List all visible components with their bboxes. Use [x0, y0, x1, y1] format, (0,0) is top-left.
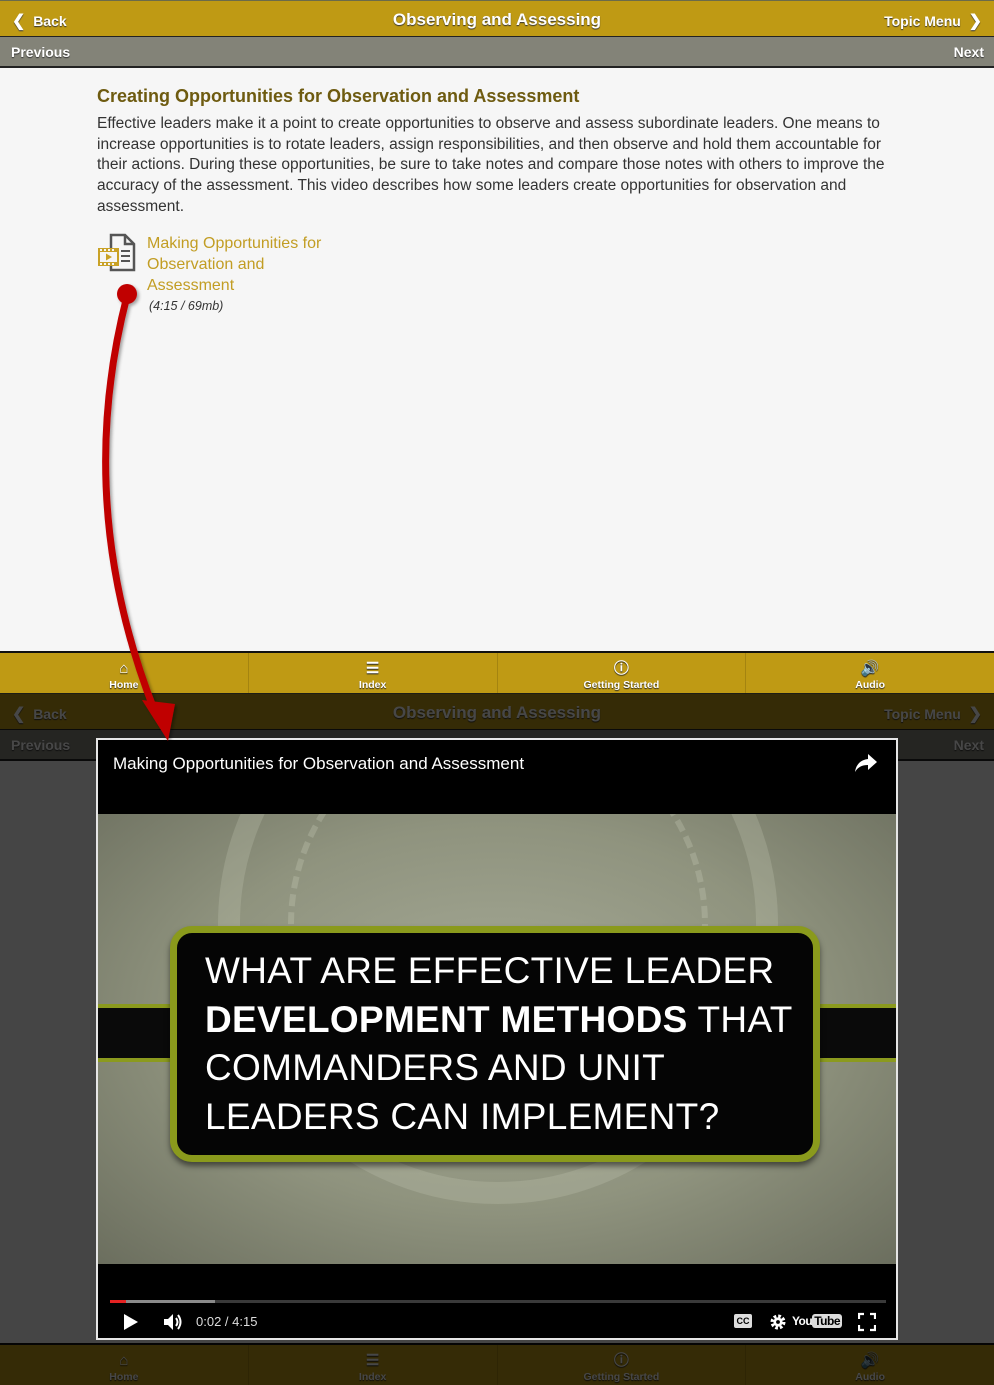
frame-line-2-rest: THAT: [687, 998, 793, 1040]
video-controls: 0:02 / 4:15 CC You Tube: [98, 1264, 896, 1338]
captions-button[interactable]: CC: [734, 1314, 752, 1328]
info-icon: ⓘ: [613, 660, 629, 677]
youtube-tube: Tube: [812, 1314, 842, 1328]
share-icon[interactable]: [854, 752, 878, 774]
footer-tab-label: Index: [358, 1371, 387, 1383]
frame-title-card: WHAT ARE EFFECTIVE LEADER DEVELOPMENT ME…: [170, 926, 820, 1162]
footer-tab-getting-started[interactable]: ⓘ Getting Started: [498, 653, 747, 693]
footer-tab-label: Getting Started: [583, 1371, 660, 1383]
frame-line-2-bold: DEVELOPMENT METHODS: [205, 998, 688, 1040]
home-icon: ⌂: [119, 1352, 129, 1369]
progress-bar[interactable]: [110, 1300, 886, 1303]
topic-menu-button[interactable]: Topic Menu ❯: [884, 1, 982, 37]
dimmed-topic-menu-label: Topic Menu: [884, 706, 961, 722]
footer-tab-audio[interactable]: 🔊 Audio: [746, 653, 994, 693]
dimmed-footer-tab-home: ⌂ Home: [0, 1345, 249, 1385]
video-title[interactable]: Making Opportunities for Observation and…: [113, 754, 524, 774]
list-icon: ☰: [365, 1352, 380, 1369]
footer-tab-label: Getting Started: [583, 679, 660, 691]
footer-tab-label: Home: [109, 679, 139, 691]
youtube-you: You: [791, 1314, 813, 1328]
next-button[interactable]: Next: [954, 37, 984, 67]
dimmed-footer-nav: ⌂ Home ☰ Index ⓘ Getting Started 🔊 Audio: [0, 1343, 994, 1385]
dimmed-page-title: Observing and Assessing: [392, 703, 602, 722]
dimmed-topic-menu: Topic Menu ❯: [884, 694, 982, 730]
info-icon: ⓘ: [613, 1352, 629, 1369]
media-duration-size: (4:15 / 69mb): [149, 299, 224, 313]
page-nav-bar: Previous Next: [0, 37, 994, 68]
fullscreen-icon[interactable]: [858, 1310, 876, 1334]
buffered-bar: [110, 1300, 215, 1303]
topic-menu-label: Topic Menu: [884, 13, 961, 29]
home-icon: ⌂: [119, 660, 129, 677]
video-frame[interactable]: WHAT ARE EFFECTIVE LEADER DEVELOPMENT ME…: [98, 814, 896, 1264]
volume-icon[interactable]: [162, 1310, 186, 1334]
frame-line-1: WHAT ARE EFFECTIVE LEADER: [205, 950, 775, 991]
footer-tab-home[interactable]: ⌂ Home: [0, 653, 249, 693]
dimmed-footer-tab-audio: 🔊 Audio: [746, 1345, 994, 1385]
dimmed-footer-tab-index: ☰ Index: [249, 1345, 498, 1385]
speaker-icon: 🔊: [860, 660, 880, 677]
previous-button[interactable]: Previous: [11, 37, 70, 67]
video-document-icon: [98, 233, 136, 272]
speaker-icon: 🔊: [860, 1352, 880, 1369]
list-icon: ☰: [365, 660, 380, 677]
frame-line-3: COMMANDERS AND UNIT: [205, 1047, 665, 1088]
footer-tab-index[interactable]: ☰ Index: [249, 653, 498, 693]
time-display: 0:02 / 4:15: [196, 1314, 258, 1329]
footer-tab-label: Audio: [855, 1371, 885, 1383]
media-link-label[interactable]: Making Opportunities for Observation and…: [147, 233, 347, 296]
top-header: ❮ Back Observing and Assessing Topic Men…: [0, 0, 994, 37]
gear-icon[interactable]: [768, 1310, 788, 1334]
dimmed-top-header: ❮ Back Observing and Assessing Topic Men…: [0, 693, 994, 730]
dimmed-footer-tab-getting-started: ⓘ Getting Started: [498, 1345, 747, 1385]
dimmed-previous: Previous: [11, 737, 71, 753]
content-section: Creating Opportunities for Observation a…: [97, 86, 897, 218]
footer-nav: ⌂ Home ☰ Index ⓘ Getting Started 🔊 Audio: [0, 651, 994, 693]
page-title: Observing and Assessing: [392, 10, 602, 29]
youtube-logo[interactable]: You Tube: [792, 1314, 842, 1338]
frame-question-text: WHAT ARE EFFECTIVE LEADER DEVELOPMENT ME…: [205, 947, 793, 1141]
section-body: Effective leaders make it a point to cre…: [97, 115, 885, 215]
video-player[interactable]: Making Opportunities for Observation and…: [96, 738, 898, 1340]
play-icon[interactable]: [122, 1310, 140, 1334]
frame-line-4: LEADERS CAN IMPLEMENT?: [205, 1095, 720, 1137]
footer-tab-label: Audio: [855, 679, 885, 691]
played-bar: [110, 1300, 126, 1303]
dimmed-next: Next: [953, 737, 984, 753]
footer-tab-label: Home: [109, 1371, 139, 1383]
footer-tab-label: Index: [358, 679, 387, 691]
section-heading: Creating Opportunities for Observation a…: [97, 86, 580, 106]
